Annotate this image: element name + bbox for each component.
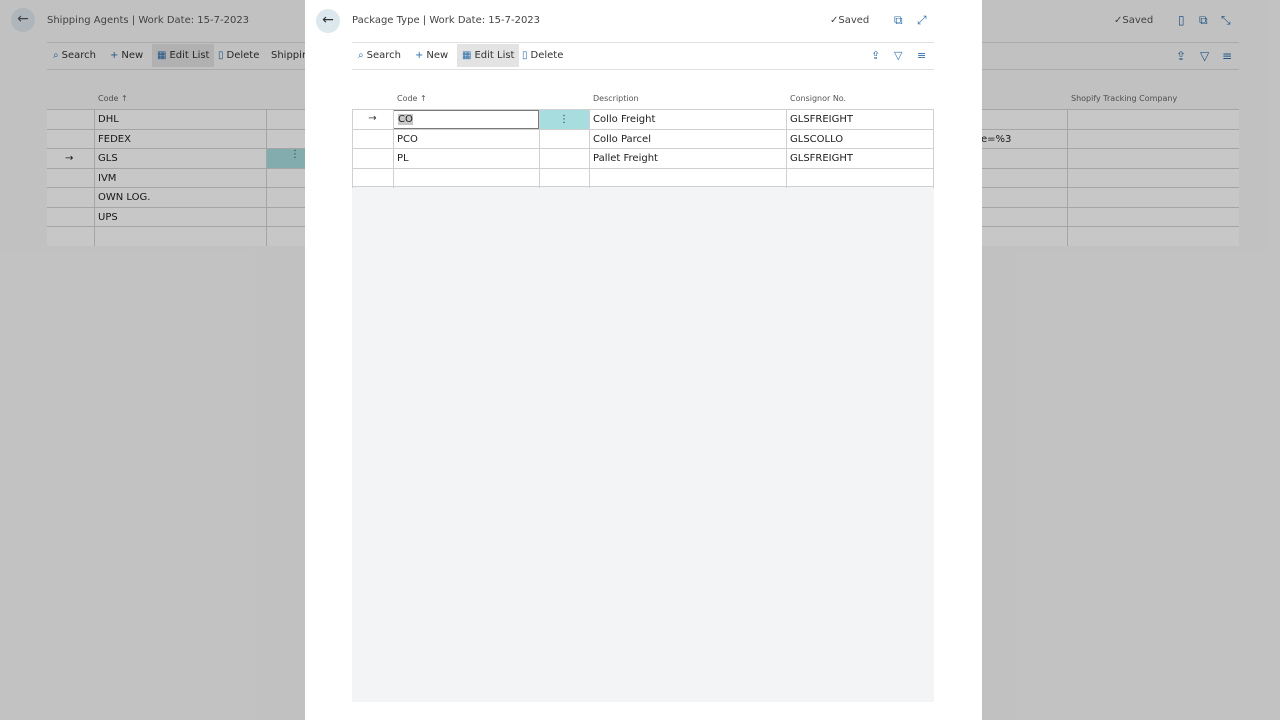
code-cell[interactable]: PCO xyxy=(393,130,539,149)
row-menu-button[interactable]: ⋮ xyxy=(539,110,589,129)
column-header-description[interactable]: Description xyxy=(593,94,639,103)
back-arrow-icon[interactable]: ← xyxy=(316,9,340,33)
table-row[interactable]: PCO Collo Parcel GLSCOLLO xyxy=(352,128,934,149)
list-view-icon[interactable]: ≡ xyxy=(917,49,926,62)
column-divider xyxy=(933,109,934,188)
saved-status: ✓Saved xyxy=(830,15,870,26)
description-cell[interactable]: Collo Parcel xyxy=(589,130,786,149)
share-icon[interactable]: ⇪ xyxy=(871,49,880,62)
description-cell[interactable] xyxy=(589,169,786,188)
table-row[interactable]: PL Pallet Freight GLSFREIGHT xyxy=(352,148,934,168)
consignor-cell[interactable]: GLSFREIGHT xyxy=(786,149,934,168)
package-type-grid: Code ↑ Description Consignor No. → CO ⋮ … xyxy=(352,88,934,702)
column-divider xyxy=(539,109,540,188)
consignor-cell[interactable]: GLSFREIGHT xyxy=(786,110,934,129)
column-header-code[interactable]: Code ↑ xyxy=(397,94,427,103)
package-type-dialog: ← Package Type | Work Date: 15-7-2023 ✓S… xyxy=(305,0,982,720)
edit-list-button[interactable]: ▦ Edit List xyxy=(457,44,520,67)
action-bar: ⌕ Search + New ▦ Edit List ▯ Delete ⇪ ▽ ≡ xyxy=(352,42,934,70)
search-icon: ⌕ xyxy=(358,50,364,61)
table-row[interactable]: → CO ⋮ Collo Freight GLSFREIGHT xyxy=(352,109,934,129)
open-new-window-icon[interactable]: ⧉ xyxy=(894,13,903,28)
code-cell[interactable]: PL xyxy=(393,149,539,168)
delete-button[interactable]: ▯ Delete xyxy=(522,50,563,61)
trash-icon: ▯ xyxy=(522,50,528,61)
grid-header: Code ↑ Description Consignor No. xyxy=(352,88,934,109)
description-cell[interactable]: Collo Freight xyxy=(589,110,786,129)
column-divider xyxy=(589,109,590,188)
dialog-title: Package Type | Work Date: 15-7-2023 xyxy=(352,15,541,26)
code-cell[interactable] xyxy=(393,169,539,188)
expand-icon[interactable]: ⤢ xyxy=(917,13,927,28)
description-cell[interactable]: Pallet Freight xyxy=(589,149,786,168)
search-button[interactable]: ⌕ Search xyxy=(358,50,401,61)
consignor-cell[interactable]: GLSCOLLO xyxy=(786,130,934,149)
edit-list-icon: ▦ xyxy=(462,50,472,61)
column-header-consignor[interactable]: Consignor No. xyxy=(790,94,846,103)
filter-icon[interactable]: ▽ xyxy=(894,49,902,62)
column-divider xyxy=(786,109,787,188)
code-input[interactable]: CO xyxy=(393,110,539,129)
current-row-arrow-icon: → xyxy=(368,113,377,124)
table-row[interactable] xyxy=(352,167,934,188)
plus-icon: + xyxy=(415,50,424,61)
column-divider xyxy=(352,109,353,188)
consignor-cell[interactable] xyxy=(786,169,934,188)
column-divider xyxy=(393,109,394,188)
grid-body: → CO ⋮ Collo Freight GLSFREIGHT PCO Coll… xyxy=(352,109,934,187)
new-button[interactable]: + New xyxy=(415,50,448,61)
